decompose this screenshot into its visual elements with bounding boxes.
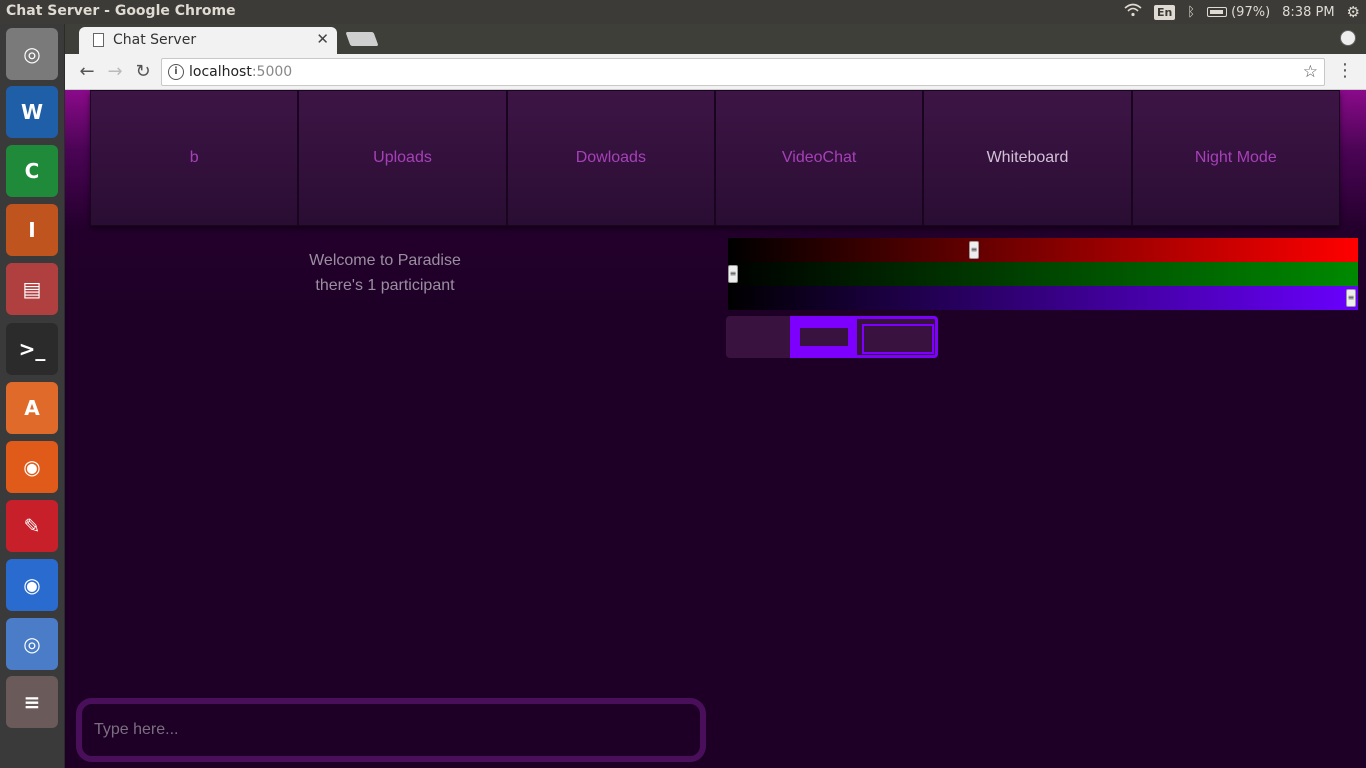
color-sliders: ≡ ≡ ≡ — [728, 238, 1358, 310]
new-tab-button[interactable] — [345, 32, 379, 46]
whiteboard-tools — [726, 316, 938, 358]
url-host: localhost — [189, 64, 252, 80]
bookmark-star-icon[interactable]: ☆ — [1303, 62, 1318, 82]
system-top-panel: Chat Server - Google Chrome En ᛒ (97%) 8… — [0, 0, 1366, 24]
clock[interactable]: 8:38 PM — [1282, 5, 1334, 20]
launcher-libreoffice-writer-icon[interactable]: W — [6, 86, 58, 138]
launcher-files-icon[interactable]: ▤ — [6, 263, 58, 315]
green-slider[interactable]: ≡ — [728, 262, 1358, 286]
launcher-software-center-icon[interactable]: A — [6, 382, 58, 434]
url-text: localhost:5000 — [189, 64, 292, 80]
chat-input[interactable] — [82, 704, 700, 756]
window-title: Chat Server - Google Chrome — [6, 3, 236, 19]
chat-input-container — [76, 698, 706, 762]
launcher-document-viewer-icon[interactable]: ✎ — [6, 500, 58, 552]
launcher-glyph: ▤ — [22, 277, 42, 301]
launcher-glyph: ✎ — [23, 514, 41, 538]
blue-slider[interactable]: ≡ — [728, 286, 1358, 310]
forward-arrow-icon[interactable]: → — [103, 60, 127, 84]
launcher-libreoffice-calc-icon[interactable]: C — [6, 145, 58, 197]
nav-item-b[interactable]: b — [90, 90, 299, 226]
launcher-glyph: ≡ — [23, 690, 41, 714]
nav-item-uploads[interactable]: Uploads — [298, 90, 507, 226]
address-bar[interactable]: i localhost:5000 ☆ — [161, 58, 1325, 86]
launcher-glyph: ◎ — [23, 42, 41, 66]
launcher-glyph: ◉ — [23, 455, 41, 479]
tool-plain-button[interactable] — [726, 316, 790, 358]
launcher-glyph: A — [24, 396, 40, 420]
battery-percent: (97%) — [1231, 4, 1271, 20]
page-viewport: b Uploads Dowloads VideoChat Whiteboard Night… — [65, 90, 1366, 768]
tool-outline-rect-button[interactable] — [854, 316, 938, 358]
browser-tab-bar: Chat Server ✕ — [65, 24, 1366, 54]
launcher-glyph: I — [28, 218, 36, 242]
url-port: :5000 — [251, 64, 293, 80]
back-arrow-icon[interactable]: ← — [75, 60, 99, 84]
launcher-google-chrome-icon[interactable]: ◉ — [6, 559, 58, 611]
browser-toolbar: ← → ↻ i localhost:5000 ☆ ⋮ — [65, 54, 1366, 90]
nav-item-night-mode[interactable]: Night Mode — [1131, 90, 1340, 226]
welcome-title: Welcome to Paradise — [309, 252, 461, 269]
launcher-glyph: >_ — [18, 337, 46, 361]
system-tray: En ᛒ (97%) 8:38 PM ⚙ — [1124, 0, 1366, 24]
red-slider[interactable]: ≡ — [728, 238, 1358, 262]
site-info-icon[interactable]: i — [168, 64, 184, 80]
keyboard-layout-indicator[interactable]: En — [1153, 4, 1176, 20]
launcher-glyph: W — [20, 100, 44, 124]
nav-item-whiteboard[interactable]: Whiteboard — [923, 90, 1132, 226]
launcher-ubuntu-dash-icon[interactable]: ◎ — [6, 28, 58, 80]
settings-gear-icon[interactable]: ⚙ — [1347, 3, 1360, 21]
app-launcher: ◎ W C I ▤ >_ A ◉ ✎ ◉ ◎ ≡ — [0, 24, 65, 768]
green-slider-thumb[interactable]: ≡ — [728, 265, 738, 283]
tab-title: Chat Server — [113, 32, 197, 48]
page-icon — [93, 33, 104, 47]
browser-menu-icon[interactable]: ⋮ — [1336, 60, 1354, 81]
launcher-chromium-icon[interactable]: ◎ — [6, 618, 58, 670]
tool-filled-rect-button[interactable] — [790, 316, 854, 358]
tab-close-icon[interactable]: ✕ — [316, 30, 329, 48]
battery-indicator[interactable]: (97%) — [1207, 5, 1270, 20]
tab-chat-server[interactable]: Chat Server ✕ — [79, 27, 337, 54]
site-nav-bar: b Uploads Dowloads VideoChat Whiteboard Night… — [90, 90, 1340, 226]
red-slider-thumb[interactable]: ≡ — [969, 241, 980, 259]
blue-slider-thumb[interactable]: ≡ — [1346, 289, 1356, 307]
launcher-glyph: ◉ — [23, 573, 41, 597]
profile-icon[interactable] — [1340, 30, 1356, 46]
battery-icon — [1207, 7, 1228, 17]
launcher-terminal-icon[interactable]: >_ — [6, 323, 58, 375]
wifi-icon[interactable] — [1124, 3, 1142, 21]
launcher-glyph: ◎ — [23, 632, 41, 656]
nav-item-videochat[interactable]: VideoChat — [714, 90, 924, 226]
bluetooth-icon[interactable]: ᛒ — [1187, 5, 1195, 20]
nav-item-dowloads[interactable]: Dowloads — [506, 90, 715, 226]
welcome-message: Welcome to Paradise there's 1 participan… — [285, 248, 485, 298]
launcher-glyph: C — [24, 159, 40, 183]
launcher-stacked-apps-icon[interactable]: ≡ — [6, 676, 58, 728]
launcher-firefox-icon[interactable]: ◉ — [6, 441, 58, 493]
participant-count: there's 1 participant — [315, 277, 455, 294]
reload-icon[interactable]: ↻ — [131, 60, 155, 84]
launcher-libreoffice-impress-icon[interactable]: I — [6, 204, 58, 256]
